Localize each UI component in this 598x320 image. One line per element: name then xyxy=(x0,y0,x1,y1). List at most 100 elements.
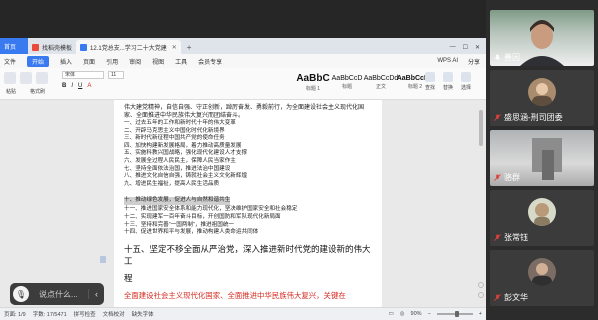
format-painter-icon[interactable] xyxy=(36,72,48,84)
style-gallery: AaBbC 标题 1 AaBbCcD 标题 AaBbCcDd 正文 AaBbCc… xyxy=(296,71,433,93)
font-size-select[interactable]: 11 xyxy=(108,71,124,79)
menu-item[interactable]: 工具 xyxy=(175,57,187,66)
menu-item[interactable]: 审阅 xyxy=(129,57,141,66)
chat-input-bubble[interactable]: 🎙 说点什么... ‹ xyxy=(10,283,104,305)
participant-sidebar: 善因 盛思涵-刑司团委 骆群 张常钰 彭文华 xyxy=(486,0,598,320)
select-button[interactable]: 选择 xyxy=(461,72,471,91)
section-heading-cont: 程 xyxy=(124,272,133,283)
zoom-group: ▭ ◎ 90% − + xyxy=(389,311,486,317)
format-buttons: B I U A xyxy=(62,83,91,89)
list-item: 八、推进文化自信自强，铸就社会主义文化新辉煌 xyxy=(124,173,248,180)
find-button[interactable]: 查找 xyxy=(425,72,435,91)
new-tab-button[interactable]: + xyxy=(181,40,198,54)
tab-document[interactable]: 12.1党总支...学习二十大党建 ✕ xyxy=(76,40,181,54)
replace-button[interactable]: 替换 xyxy=(443,72,453,91)
view-mode-icon[interactable]: ▭ xyxy=(389,311,394,317)
participant-tile[interactable]: 善因 xyxy=(490,10,594,66)
list-item: 六、发展全过程人民民主，保障人民当家作主 xyxy=(124,157,236,164)
menu-right: WPS AI 分享 xyxy=(437,57,486,66)
participant-tile[interactable]: 张常钰 xyxy=(490,190,594,246)
font-name-select[interactable]: 宋体 xyxy=(62,71,104,79)
italic-button[interactable]: I xyxy=(71,83,73,89)
find-label: 查找 xyxy=(425,85,436,91)
share-button[interactable]: 分享 xyxy=(468,57,480,66)
menu-item[interactable]: 插入 xyxy=(60,57,72,66)
zoom-in-icon[interactable]: + xyxy=(479,311,482,317)
missing-font-button[interactable]: 缺失字体 xyxy=(132,310,154,318)
paragraph-handle-icon[interactable] xyxy=(100,256,106,263)
menu-item[interactable]: 视图 xyxy=(152,57,164,66)
vertical-scrollbar[interactable] xyxy=(478,102,484,302)
participant-name-row: 骆群 xyxy=(494,172,520,183)
outline-list: 一、过去五年的工作和新时代十年的伟大变革 二、开辟马克思主义中国化时代化新境界 … xyxy=(124,120,372,237)
document-page[interactable]: 伟大建党精神，自信自强、守正创新，踔厉奋发、勇毅前行，为全面建设社会主义现代化国… xyxy=(114,100,382,307)
menu-item[interactable]: 文件 xyxy=(4,57,16,66)
font-color-button[interactable]: A xyxy=(87,83,91,89)
list-item: 十一、推进国家安全体系和能力现代化，坚决维护国家安全和社会稳定 xyxy=(124,206,298,213)
replace-icon xyxy=(443,72,454,82)
avatar-portrait xyxy=(532,83,552,106)
style-title[interactable]: AaBbCcD 标题 xyxy=(332,71,363,93)
menu-item[interactable]: 引用 xyxy=(106,57,118,66)
scroll-down-icon[interactable] xyxy=(478,292,484,298)
participant-tile[interactable]: 骆群 xyxy=(490,130,594,186)
template-icon xyxy=(32,43,39,51)
tab-template[interactable]: 找稻壳模板 xyxy=(28,40,76,54)
close-window-icon[interactable]: ✕ xyxy=(475,44,480,51)
participant-name: 张常钰 xyxy=(504,233,528,242)
editing-group: 查找 替换 选择 xyxy=(425,72,471,91)
menu-item[interactable]: 会员专享 xyxy=(198,57,222,66)
participant-name-row: 盛思涵-刑司团委 xyxy=(494,112,563,123)
style-body[interactable]: AaBbCcDd 正文 xyxy=(364,71,399,93)
style-caption: 标题 xyxy=(341,83,352,90)
tab-home-label: 首页 xyxy=(4,44,17,51)
intro-paragraph: 伟大建党精神，自信自强、守正创新，踔厉奋发、勇毅前行，为全面建设社会主义现代化国… xyxy=(124,105,365,119)
proofread-button[interactable]: 文档校对 xyxy=(103,310,125,318)
page-count[interactable]: 页面: 1/9 xyxy=(4,310,26,318)
shared-document-window: 首页 找稻壳模板 12.1党总支...学习二十大党建 ✕ + — ☐ ✕ 文件 … xyxy=(0,38,486,320)
participant-name-row: 彭文华 xyxy=(494,292,528,303)
wps-doc-icon xyxy=(80,43,88,51)
wps-ai-button[interactable]: WPS AI xyxy=(437,58,458,64)
paste-icon[interactable] xyxy=(4,72,16,84)
minimize-icon[interactable]: — xyxy=(450,44,456,50)
style-caption: 正文 xyxy=(375,83,386,90)
tab-home[interactable]: 首页 xyxy=(0,38,28,54)
style-heading1[interactable]: AaBbC 标题 1 xyxy=(296,71,330,93)
chat-placeholder: 说点什么... xyxy=(39,289,78,299)
underline-button[interactable]: U xyxy=(78,83,82,89)
mic-muted-icon xyxy=(494,234,501,241)
chevron-left-icon[interactable]: ‹ xyxy=(88,289,98,299)
tab-template-label: 找稻壳模板 xyxy=(42,45,73,52)
paste-label: 粘贴 xyxy=(6,89,17,95)
tab-document-label: 12.1党总支...学习二十大党建 xyxy=(90,45,167,52)
red-paragraph: 全面建设社会主义现代化国家、全面推进中华民族伟大复兴，关键在 xyxy=(124,290,346,300)
avatar xyxy=(528,198,556,226)
close-tab-icon[interactable]: ✕ xyxy=(172,44,177,51)
clipboard-labels: 粘贴 格式刷 xyxy=(6,88,45,95)
list-item: 十三、坚持和完善“一国两制”，推进祖国统一 xyxy=(124,221,235,228)
menu-item[interactable]: 页面 xyxy=(83,57,95,66)
web-view-icon[interactable]: ◎ xyxy=(400,311,405,317)
zoom-value: 90% xyxy=(410,311,422,317)
participant-name: 善因 xyxy=(504,53,520,62)
participant-tile[interactable]: 盛思涵-刑司团委 xyxy=(490,70,594,126)
section-heading: 十五、坚定不移全面从严治党，深入推进新时代党的建设新的伟大工 xyxy=(124,243,371,266)
cut-icon[interactable] xyxy=(20,72,32,84)
participant-tile[interactable]: 彭文华 xyxy=(490,250,594,306)
style-preview: AaBbC xyxy=(296,72,330,84)
zoom-out-icon[interactable]: − xyxy=(428,311,431,317)
menu-item-active[interactable]: 开始 xyxy=(27,55,50,67)
maximize-icon[interactable]: ☐ xyxy=(463,44,468,51)
participant-name: 盛思涵-刑司团委 xyxy=(504,113,563,122)
word-count[interactable]: 字数: 17/5471 xyxy=(33,310,67,318)
style-caption: 标题 1 xyxy=(305,85,321,92)
mic-icon[interactable]: 🎙 xyxy=(13,286,29,302)
zoom-slider-knob[interactable] xyxy=(454,311,459,317)
scroll-up-icon[interactable] xyxy=(478,282,484,288)
bold-button[interactable]: B xyxy=(62,83,66,89)
zoom-slider[interactable] xyxy=(436,311,473,317)
scrollbar-thumb[interactable] xyxy=(479,110,483,146)
select-label: 选择 xyxy=(461,85,472,91)
spellcheck-toggle[interactable]: 拼写检查 xyxy=(74,310,96,318)
